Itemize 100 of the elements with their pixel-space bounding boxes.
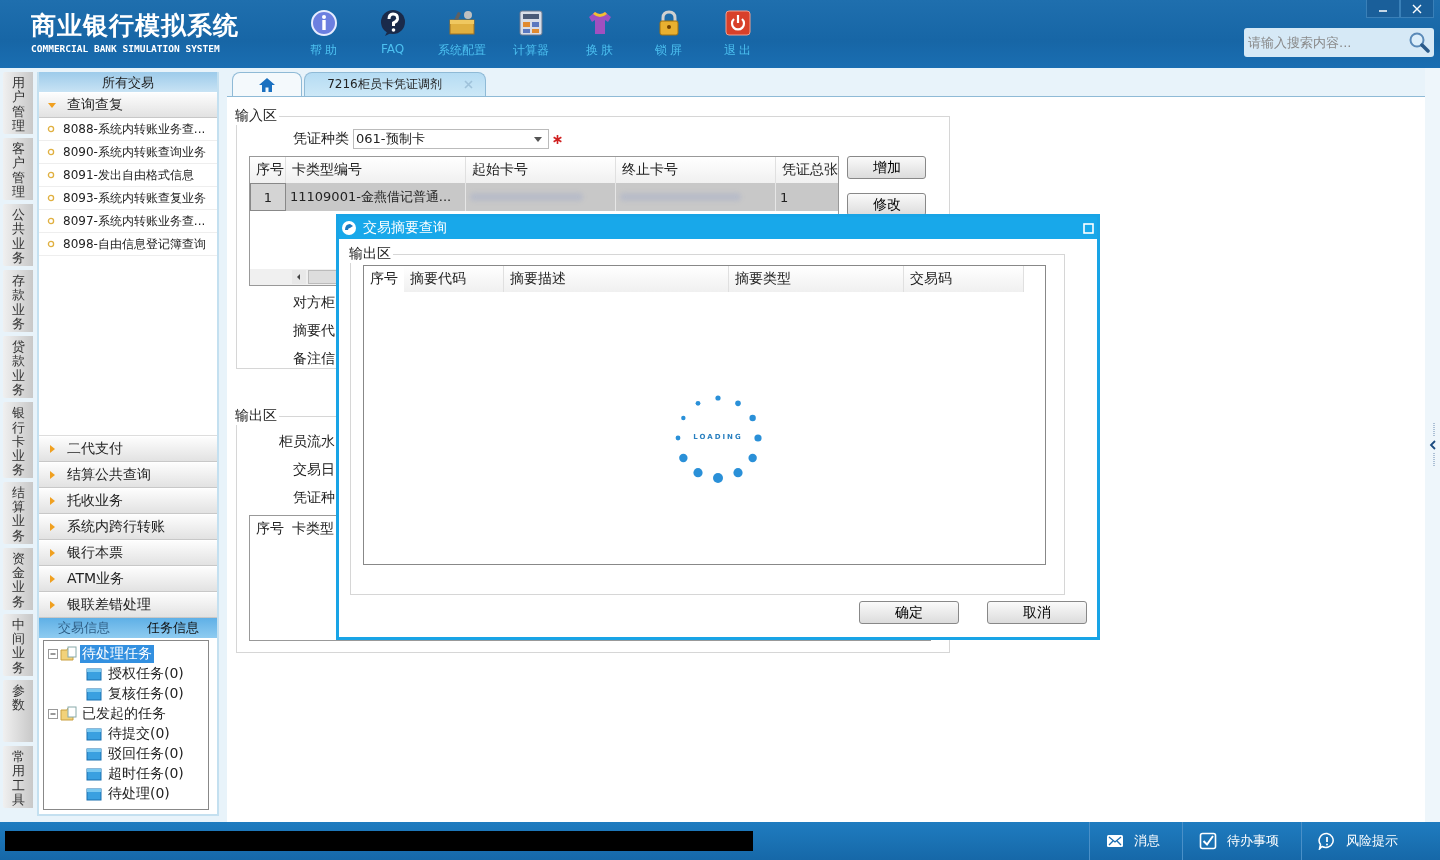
- maximize-icon[interactable]: [1083, 222, 1094, 234]
- speech-bubble-icon: [1318, 832, 1336, 850]
- circle-bullet-icon: [47, 125, 55, 133]
- side-tab[interactable]: 常用工具: [3, 745, 33, 808]
- dropdown-caret-icon: [534, 136, 542, 142]
- close-icon: [1412, 3, 1422, 14]
- side-tab[interactable]: 资金业务: [3, 547, 33, 610]
- checkbox-icon: [1199, 832, 1217, 850]
- toolbox-icon: [447, 9, 476, 37]
- page-tab[interactable]: 7216柜员卡凭证调剂: [304, 72, 486, 96]
- calculator-icon: [516, 9, 545, 37]
- accordion-header[interactable]: 银联差错处理: [39, 592, 217, 618]
- status-button[interactable]: 风险提示: [1301, 822, 1420, 860]
- search-field[interactable]: 请输入搜索内容...: [1244, 28, 1434, 57]
- nav-item[interactable]: 8088-系统内转账业务查...: [39, 118, 217, 141]
- side-tab[interactable]: 公共业务: [3, 204, 33, 267]
- column-header[interactable]: 交易码: [904, 266, 1024, 292]
- accordion-header[interactable]: 托收业务: [39, 488, 217, 514]
- panel-tab[interactable]: 交易信息: [39, 618, 128, 638]
- side-tab[interactable]: 中间业务: [3, 613, 33, 676]
- field-label: 备注信: [293, 350, 335, 368]
- tree-node[interactable]: 复核任务(0): [106, 685, 186, 703]
- side-tab[interactable]: 银行卡业务: [3, 402, 33, 478]
- circle-bullet-icon: [47, 148, 55, 156]
- accordion-header[interactable]: 查询查复: [39, 92, 217, 118]
- action-button[interactable]: 增加: [847, 156, 926, 179]
- app-subtitle: COMMERCIAL BANK SIMULATION SYSTEM: [31, 43, 221, 54]
- folder-icon: [60, 646, 78, 662]
- tree-node[interactable]: 待提交(0): [106, 725, 172, 743]
- nav-item[interactable]: 8097-系统内转账业务查...: [39, 210, 217, 233]
- app-icon: [341, 220, 357, 236]
- folder-icon: [86, 787, 102, 801]
- folder-icon: [86, 687, 102, 701]
- table-cell: 1: [263, 189, 273, 205]
- folder-icon: [86, 747, 102, 761]
- accordion-header[interactable]: 结算公共查询: [39, 462, 217, 488]
- collapse-toggle-icon[interactable]: [48, 649, 58, 659]
- nav-item[interactable]: 8098-自由信息登记簿查询: [39, 233, 217, 256]
- search-icon[interactable]: [1408, 31, 1430, 53]
- field-label: 摘要代: [293, 322, 335, 340]
- field-label: 柜员流水: [279, 433, 335, 451]
- dialog-button[interactable]: 取消: [987, 601, 1087, 624]
- collapse-handle-icon[interactable]: [1428, 423, 1437, 467]
- column-header[interactable]: 摘要描述: [504, 266, 729, 292]
- section-legend: 输出区: [233, 407, 279, 425]
- table-cell: 1: [780, 189, 789, 205]
- voucher-select[interactable]: 061-预制卡: [353, 129, 549, 149]
- column-header[interactable]: 摘要代码: [404, 266, 504, 292]
- side-tab[interactable]: 参数: [3, 679, 33, 742]
- folder-icon: [86, 767, 102, 781]
- accordion-header[interactable]: 银行本票: [39, 540, 217, 566]
- side-tab[interactable]: 用户管理: [3, 72, 33, 135]
- column-header[interactable]: 卡类型编号: [286, 157, 466, 183]
- column-header[interactable]: 摘要类型: [729, 266, 904, 292]
- nav-item[interactable]: 8090-系统内转账查询业务: [39, 141, 217, 164]
- section-legend: 输出区: [347, 245, 393, 263]
- column-header[interactable]: 起始卡号: [466, 157, 616, 183]
- scroll-left-icon[interactable]: [292, 270, 306, 284]
- close-button[interactable]: [1400, 0, 1434, 18]
- side-tab[interactable]: 结算业务: [3, 481, 33, 544]
- section-legend: 输入区: [233, 107, 279, 125]
- column-header[interactable]: 序号: [250, 157, 286, 183]
- circle-bullet-icon: [47, 217, 55, 225]
- side-tab[interactable]: 存款业务: [3, 270, 33, 333]
- collapse-toggle-icon[interactable]: [48, 709, 58, 719]
- table-cell: 11109001-金燕借记普通...: [290, 188, 452, 206]
- minimize-icon: [1378, 10, 1388, 12]
- accordion-header[interactable]: 系统内跨行转账: [39, 514, 217, 540]
- circle-bullet-icon: [47, 240, 55, 248]
- accordion-header[interactable]: 二代支付: [39, 436, 217, 462]
- panel-title: 所有交易: [39, 72, 217, 92]
- status-button[interactable]: 消息: [1089, 822, 1182, 860]
- dialog-button[interactable]: 确定: [859, 601, 959, 624]
- app-title: 商业银行模拟系统: [31, 11, 240, 41]
- nav-item[interactable]: 8093-系统内转账查复业务: [39, 187, 217, 210]
- tree-node[interactable]: 驳回任务(0): [106, 745, 186, 763]
- envelope-icon: [1106, 832, 1124, 850]
- table-row[interactable]: 1 11109001-金燕借记普通... 1: [250, 183, 838, 211]
- folder-icon: [60, 706, 78, 722]
- side-tab[interactable]: 贷款业务: [3, 336, 33, 399]
- page-tab[interactable]: [232, 72, 302, 96]
- tree-node[interactable]: 授权任务(0): [106, 665, 186, 683]
- field-label: 交易日: [293, 461, 335, 479]
- minimize-button[interactable]: [1366, 0, 1400, 18]
- info-icon: [309, 9, 338, 37]
- nav-item[interactable]: 8091-发出自由格式信息: [39, 164, 217, 187]
- field-label: 凭证种: [293, 489, 335, 507]
- column-header[interactable]: 终止卡号: [616, 157, 776, 183]
- power-icon: [723, 9, 752, 37]
- tree-node[interactable]: 超时任务(0): [106, 765, 186, 783]
- panel-tab[interactable]: 任务信息: [128, 618, 217, 638]
- dialog-title: 交易摘要查询: [363, 219, 447, 237]
- tree-node[interactable]: 已发起的任务: [80, 705, 168, 723]
- folder-icon: [86, 727, 102, 741]
- accordion-header[interactable]: ATM业务: [39, 566, 217, 592]
- status-button[interactable]: 待办事项: [1182, 822, 1301, 860]
- tree-node[interactable]: 待处理(0): [106, 785, 172, 803]
- action-button[interactable]: 修改: [847, 193, 926, 216]
- home-icon: [258, 76, 276, 93]
- side-tab[interactable]: 客户管理: [3, 138, 33, 201]
